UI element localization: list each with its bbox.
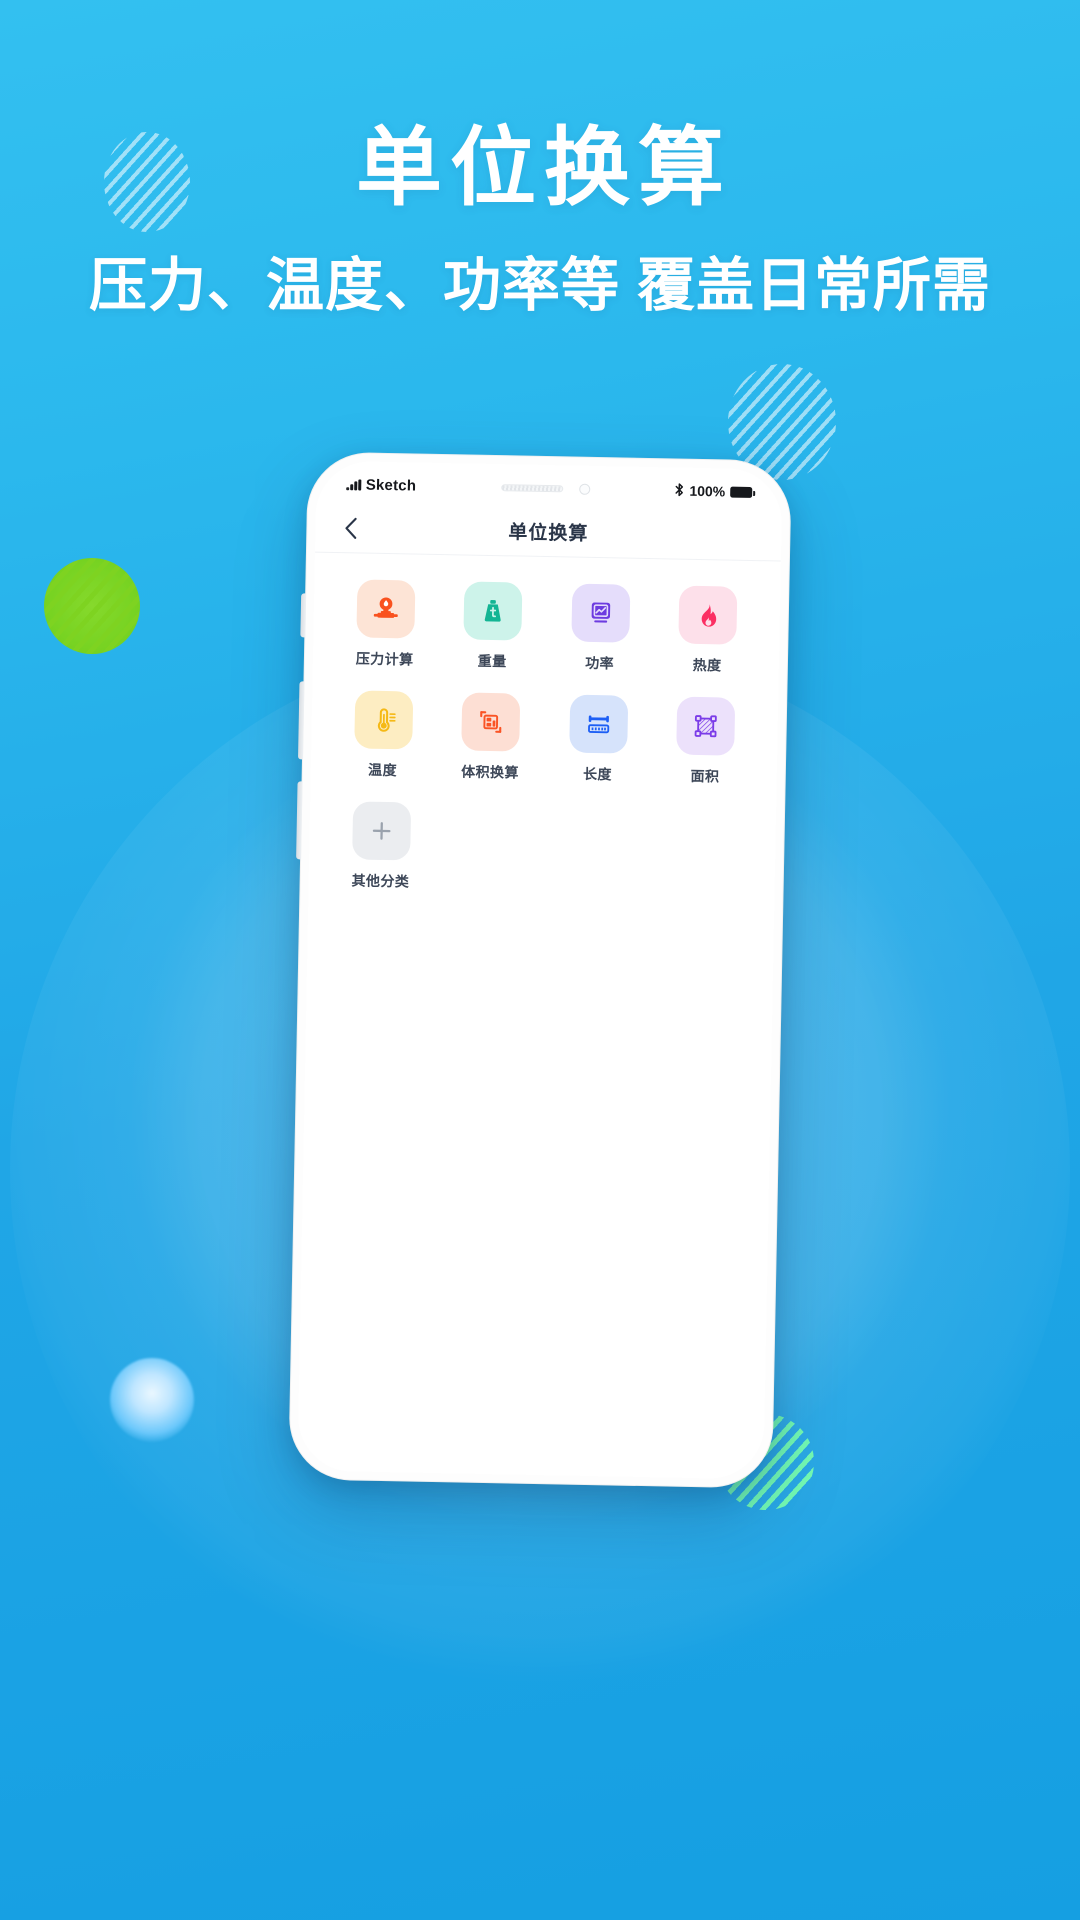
grid-item-volume[interactable]: 体积换算 xyxy=(436,692,545,783)
phone-screen: Sketch 100% 单位换算 压力计算 重量 功率 热度 温度 体积换算 长… xyxy=(297,460,783,1480)
volume-grid-icon xyxy=(461,692,521,752)
back-button[interactable] xyxy=(337,515,363,541)
page-title: 单位换算 xyxy=(356,120,732,216)
grid-item-other[interactable]: 其他分类 xyxy=(326,801,435,892)
bluetooth-icon xyxy=(674,482,684,499)
battery-full-icon xyxy=(730,486,753,498)
grid-item-pressure[interactable]: 压力计算 xyxy=(331,579,440,670)
grid-item-heat[interactable]: 热度 xyxy=(653,585,762,676)
phone-side-button-mute xyxy=(300,593,307,638)
carrier-label: Sketch xyxy=(365,476,417,495)
ruler-icon xyxy=(568,694,629,754)
phone-side-button-volume-dn xyxy=(296,781,303,860)
grid-item-length[interactable]: 长度 xyxy=(544,694,653,785)
battery-percent-label: 100% xyxy=(689,482,726,500)
app-nav-bar: 单位换算 xyxy=(314,502,782,562)
hero-section: 单位换算 压力、温度、功率等 覆盖日常所需 xyxy=(0,120,1080,321)
chevron-left-icon xyxy=(344,517,357,539)
earpiece-speaker-icon xyxy=(500,483,563,492)
grid-item-label: 面积 xyxy=(690,767,720,785)
grid-item-label: 体积换算 xyxy=(461,763,519,781)
grid-item-label: 重量 xyxy=(477,652,507,670)
grid-item-label: 其他分类 xyxy=(351,872,410,890)
phone-frame: Sketch 100% 单位换算 压力计算 重量 功率 热度 温度 体积换算 长… xyxy=(288,451,792,1489)
front-camera-icon xyxy=(578,483,590,495)
grid-item-label: 压力计算 xyxy=(355,650,414,668)
status-bar-right: 100% xyxy=(674,482,753,500)
power-chart-icon xyxy=(571,583,631,643)
status-bar-left: Sketch xyxy=(346,476,416,494)
weight-icon xyxy=(463,581,523,641)
decor-striped-circle-green xyxy=(44,558,140,654)
phone-mockup: Sketch 100% 单位换算 压力计算 重量 功率 热度 温度 体积换算 长… xyxy=(288,451,792,1489)
phone-side-button-volume-up xyxy=(298,681,305,760)
pressure-gauge-icon xyxy=(356,579,416,639)
category-grid: 压力计算 重量 功率 热度 温度 体积换算 长度 面积 其他分类 xyxy=(309,553,781,899)
grid-item-weight[interactable]: 重量 xyxy=(438,581,547,672)
grid-item-label: 功率 xyxy=(585,654,615,672)
area-icon xyxy=(676,696,736,756)
signal-bars-icon xyxy=(346,478,361,490)
decor-blue-glow-dot xyxy=(110,1358,194,1442)
grid-item-label: 热度 xyxy=(692,656,722,674)
grid-item-power[interactable]: 功率 xyxy=(546,583,655,674)
page-subtitle: 压力、温度、功率等 覆盖日常所需 xyxy=(88,253,992,319)
grid-item-label: 温度 xyxy=(368,761,398,779)
app-page-title: 单位换算 xyxy=(508,522,589,545)
plus-icon xyxy=(351,801,411,861)
grid-item-temperature[interactable]: 温度 xyxy=(329,690,438,781)
flame-icon xyxy=(678,585,738,645)
grid-item-label: 长度 xyxy=(582,765,613,783)
thermometer-icon xyxy=(353,690,414,750)
status-bar-center xyxy=(416,480,674,496)
grid-item-area[interactable]: 面积 xyxy=(651,696,760,787)
